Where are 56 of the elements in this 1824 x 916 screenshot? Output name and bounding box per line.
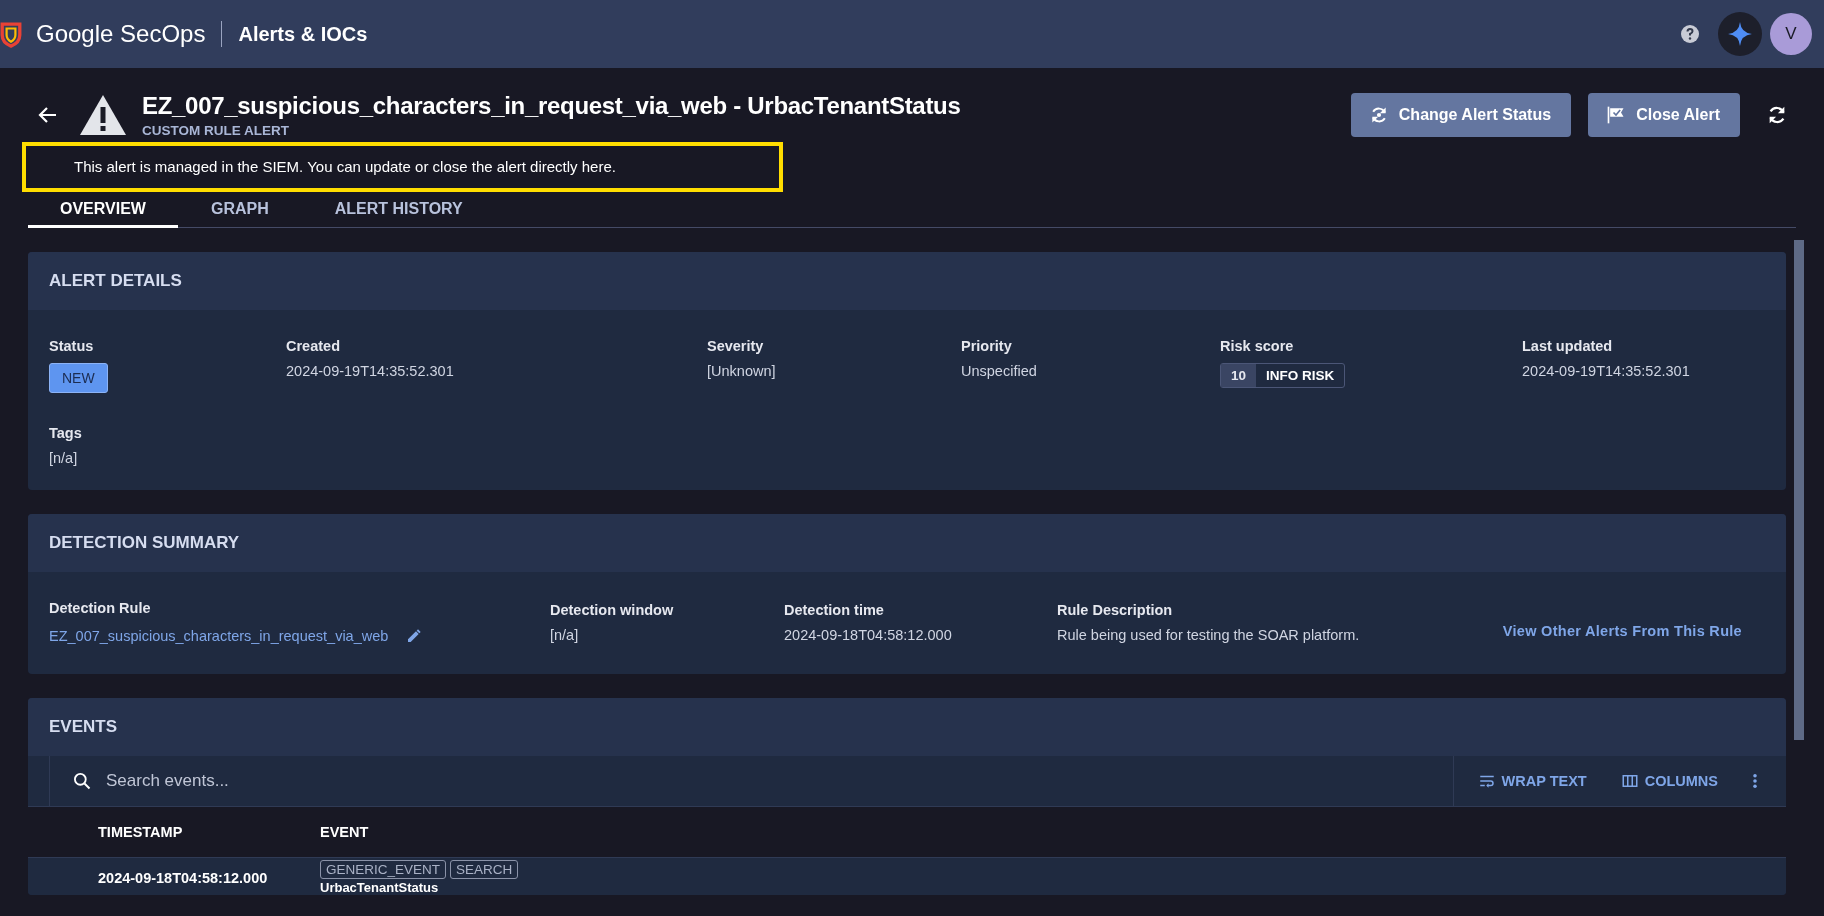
columns-icon — [1620, 772, 1639, 790]
status-badge: NEW — [49, 363, 108, 393]
tab[interactable]: ALERT HISTORY — [301, 192, 496, 228]
field-label: Risk score — [1220, 338, 1295, 354]
alert-type: CUSTOM RULE ALERT — [142, 123, 290, 138]
section-title: DETECTION SUMMARY — [49, 533, 240, 553]
field-value: 2024-09-18T04:58:12.000 — [784, 626, 953, 643]
field-label: Rule Description — [1057, 601, 1174, 618]
edit-icon[interactable] — [406, 628, 423, 644]
user-avatar[interactable]: V — [1770, 13, 1812, 55]
field-label: Detection time — [784, 601, 885, 618]
field-value: 2024-09-19T14:35:52.301 — [286, 363, 455, 379]
field-label: Detection window — [550, 601, 675, 618]
field-label: Created — [286, 338, 341, 354]
search-icon — [72, 771, 92, 791]
field-value: [n/a] — [550, 626, 580, 643]
field-value: [n/a] — [49, 450, 79, 466]
timestamp-cell-text: 2024-09-18T04:58:12.000 — [97, 869, 269, 886]
column-header[interactable]: EVENT — [320, 824, 369, 840]
column-header[interactable]: TIMESTAMP — [28, 824, 320, 840]
field-label: Detection Rule — [49, 600, 152, 616]
more-options-icon[interactable] — [1752, 773, 1758, 789]
field-label: Priority — [961, 338, 1013, 354]
alert-title: EZ_007_suspicious_characters_in_request_via_web - UrbacTenantStatus — [142, 92, 961, 120]
event-name: UrbacTenantStatus — [320, 880, 440, 895]
section-title: EVENTS — [49, 717, 118, 737]
siem-notice: This alert is managed in the SIEM. You can update or close the alert directly here. — [22, 142, 783, 192]
sparkle-button[interactable] — [1718, 12, 1762, 56]
sparkle-icon — [1727, 21, 1753, 47]
event-tag: GENERIC_EVENT — [320, 860, 447, 879]
field-label: Last updated — [1522, 338, 1614, 354]
field-value: Unspecified — [961, 363, 1038, 379]
wrap-text-button[interactable]: WRAP TEXT — [1477, 772, 1587, 790]
shield-logo-icon — [0, 20, 22, 48]
tab[interactable]: OVERVIEW — [28, 192, 178, 228]
warning-icon — [78, 93, 128, 137]
field-value: [Unknown] — [707, 363, 777, 379]
field-label: Severity — [707, 338, 765, 354]
search-field[interactable]: Search events... — [104, 770, 1453, 792]
help-icon[interactable] — [1680, 24, 1700, 44]
event-tag: SEARCH — [450, 860, 519, 879]
field-value: Rule being used for testing the SOAR platform. — [1057, 626, 1360, 643]
risk-score-badge: 10 INFO RISK — [1220, 363, 1346, 388]
rule-link[interactable]: EZ_007_suspicious_characters_in_request_via_web — [49, 628, 389, 644]
columns-button[interactable]: COLUMNS — [1620, 772, 1718, 790]
field-label: Status — [49, 338, 95, 354]
tab[interactable]: GRAPH — [177, 192, 302, 228]
field-label: Tags — [49, 425, 83, 441]
brand-name: Google SecOps — [36, 20, 206, 48]
close-alert-button[interactable]: Close Alert — [1588, 93, 1740, 137]
scrollbar-thumb[interactable] — [1794, 240, 1804, 740]
page-title: Alerts & IOCs — [238, 22, 368, 46]
section-title: ALERT DETAILS — [49, 271, 182, 291]
field-value: 2024-09-19T14:35:52.301 — [1522, 363, 1690, 379]
change-status-button[interactable]: Change Alert Status — [1350, 93, 1572, 137]
view-other-alerts-link[interactable]: View Other Alerts From This Rule — [1502, 623, 1742, 639]
